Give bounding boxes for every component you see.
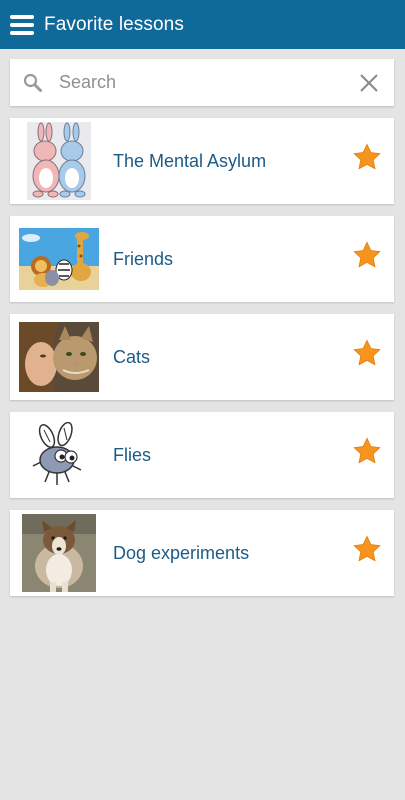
lesson-card[interactable]: Flies <box>10 412 394 498</box>
top-app-bar: Favorite lessons <box>0 0 405 49</box>
hamburger-menu-icon[interactable] <box>10 14 34 35</box>
star-icon[interactable] <box>352 436 382 466</box>
favorite-lessons-list: The Mental Asylum Friends Cats Flies Dog… <box>10 118 394 608</box>
star-icon[interactable] <box>352 142 382 172</box>
zoo-animals-image <box>19 220 99 298</box>
star-icon[interactable] <box>352 534 382 564</box>
lesson-card[interactable]: Cats <box>10 314 394 400</box>
lesson-title: The Mental Asylum <box>113 151 267 171</box>
search-bar <box>10 59 394 106</box>
page-title: Favorite lessons <box>44 13 184 35</box>
search-icon <box>23 73 42 92</box>
girl-with-cat-image <box>19 318 99 396</box>
search-input[interactable] <box>57 66 358 99</box>
lesson-title: Cats <box>113 347 151 367</box>
lesson-title: Flies <box>113 445 152 465</box>
collie-dog-image <box>19 514 99 592</box>
lesson-title: Friends <box>113 249 174 269</box>
star-icon[interactable] <box>352 240 382 270</box>
app-screen: Favorite lessons Search The Mental Asylu… <box>0 0 405 800</box>
lesson-card[interactable]: The Mental Asylum <box>10 118 394 204</box>
two-bunnies-image <box>19 122 99 200</box>
cartoon-fly-image <box>19 416 99 494</box>
lesson-card[interactable]: Dog experiments <box>10 510 394 596</box>
lesson-card[interactable]: Friends <box>10 216 394 302</box>
lesson-title: Dog experiments <box>113 543 250 563</box>
close-icon[interactable] <box>358 72 380 94</box>
star-icon[interactable] <box>352 338 382 368</box>
